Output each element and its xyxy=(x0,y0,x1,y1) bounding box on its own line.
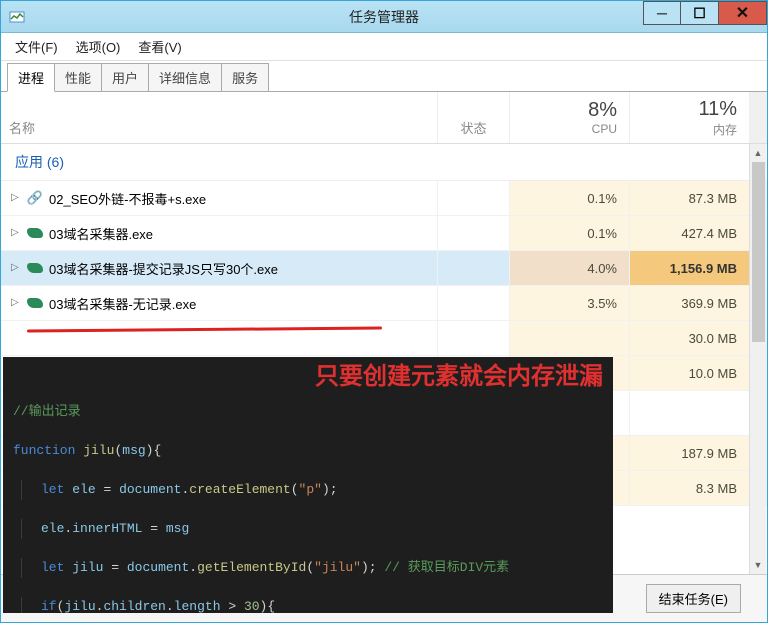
process-name: 03域名采集器-无记录.exe xyxy=(49,294,196,313)
expand-icon[interactable]: ▷ xyxy=(11,228,21,238)
app-icon xyxy=(27,228,43,238)
table-row[interactable]: ▷ 03域名采集器-无记录.exe 3.5% 369.9 MB xyxy=(1,286,767,321)
cpu-cell: 0.1% xyxy=(509,216,629,250)
cpu-label: CPU xyxy=(592,122,617,136)
menu-view[interactable]: 查看(V) xyxy=(130,33,189,60)
cpu-cell: 0.1% xyxy=(509,181,629,215)
mem-cell: 187.9 MB xyxy=(629,436,749,470)
tab-details[interactable]: 详细信息 xyxy=(148,63,222,91)
scroll-down-icon[interactable]: ▼ xyxy=(750,556,766,574)
mem-cell: 8.3 MB xyxy=(629,471,749,505)
tab-performance[interactable]: 性能 xyxy=(54,63,102,91)
table-row-selected[interactable]: ▷ 03域名采集器-提交记录JS只写30个.exe 4.0% 1,156.9 MB xyxy=(1,251,767,286)
tab-services[interactable]: 服务 xyxy=(221,63,269,91)
cpu-cell xyxy=(509,321,629,355)
tab-processes[interactable]: 进程 xyxy=(7,63,55,92)
annotation-banner: 只要创建元素就会内存泄漏 xyxy=(315,359,603,395)
col-name-header[interactable]: 名称 xyxy=(1,92,437,143)
menubar: 文件(F) 选项(O) 查看(V) xyxy=(1,33,767,61)
code-overlay: 只要创建元素就会内存泄漏 //输出记录 function jilu(msg){ … xyxy=(3,357,613,613)
scroll-gutter xyxy=(749,92,767,143)
scroll-up-icon[interactable]: ▲ xyxy=(750,144,766,162)
process-name: 02_SEO外链-不报毒+s.exe xyxy=(49,189,206,208)
link-icon xyxy=(27,190,43,206)
expand-icon[interactable]: ▷ xyxy=(11,263,21,273)
mem-cell: 87.3 MB xyxy=(629,181,749,215)
app-icon xyxy=(27,263,43,273)
scroll-thumb[interactable] xyxy=(752,162,765,342)
mem-cell: 30.0 MB xyxy=(629,321,749,355)
maximize-button[interactable]: ☐ xyxy=(681,1,719,25)
mem-total-pct: 11% xyxy=(698,98,737,121)
process-name: 03域名采集器-提交记录JS只写30个.exe xyxy=(49,259,278,278)
table-row[interactable]: 30.0 MB xyxy=(1,321,767,356)
cpu-total-pct: 8% xyxy=(588,99,617,122)
process-name: 03域名采集器.exe xyxy=(49,224,153,243)
mem-label: 内存 xyxy=(713,121,737,138)
app-icon xyxy=(27,298,43,308)
mem-cell: 1,156.9 MB xyxy=(629,251,749,285)
expand-icon[interactable]: ▷ xyxy=(11,298,21,308)
mem-cell: 427.4 MB xyxy=(629,216,749,250)
table-row[interactable]: ▷ 02_SEO外链-不报毒+s.exe 0.1% 87.3 MB xyxy=(1,181,767,216)
col-mem-header[interactable]: 11% 内存 xyxy=(629,92,749,143)
vertical-scrollbar[interactable]: ▲ ▼ xyxy=(749,144,766,574)
mem-cell: 369.9 MB xyxy=(629,286,749,320)
titlebar[interactable]: 任务管理器 ─ ☐ ✕ xyxy=(1,1,767,33)
expand-icon[interactable]: ▷ xyxy=(11,193,21,203)
table-row[interactable]: ▷ 03域名采集器.exe 0.1% 427.4 MB xyxy=(1,216,767,251)
tab-users[interactable]: 用户 xyxy=(101,63,149,91)
mem-cell: 10.0 MB xyxy=(629,356,749,390)
cpu-cell: 3.5% xyxy=(509,286,629,320)
col-cpu-header[interactable]: 8% CPU xyxy=(509,92,629,143)
tabbar: 进程 性能 用户 详细信息 服务 xyxy=(1,61,767,92)
minimize-button[interactable]: ─ xyxy=(643,1,681,25)
group-apps[interactable]: 应用 (6) xyxy=(1,144,767,181)
cpu-cell: 4.0% xyxy=(509,251,629,285)
menu-options[interactable]: 选项(O) xyxy=(68,33,129,60)
end-task-button[interactable]: 结束任务(E) xyxy=(646,584,741,613)
column-headers: 名称 状态 8% CPU 11% 内存 xyxy=(1,92,767,144)
menu-file[interactable]: 文件(F) xyxy=(7,33,66,60)
col-status-header[interactable]: 状态 xyxy=(437,92,509,143)
close-button[interactable]: ✕ xyxy=(719,1,767,25)
